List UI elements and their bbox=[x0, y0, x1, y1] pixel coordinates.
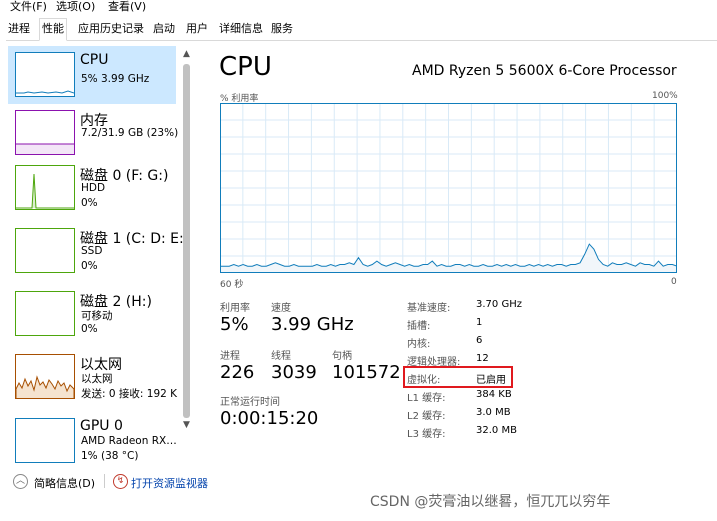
brief-info-link[interactable]: 简略信息(D) bbox=[34, 475, 95, 491]
l3-cache-label: L3 缓存: bbox=[407, 429, 446, 440]
scrollbar-thumb[interactable] bbox=[183, 64, 190, 418]
graph-ymax-label: 100% bbox=[652, 91, 678, 101]
menu-options[interactable]: 选项(O) bbox=[56, 0, 95, 14]
sidebar-sub2: 发送: 0 接收: 192 K bbox=[81, 388, 178, 400]
processes-value: 226 bbox=[220, 362, 255, 383]
sidebar-sub: 以太网 bbox=[81, 373, 113, 385]
footer-divider bbox=[104, 474, 105, 488]
disk0-thumbnail-graph bbox=[15, 165, 75, 210]
tab-details[interactable]: 详细信息 bbox=[217, 20, 265, 38]
sidebar-item-gpu0[interactable]: GPU 0 AMD Radeon RX… 1% (38 °C) bbox=[8, 412, 177, 470]
sidebar-title: GPU 0 bbox=[80, 418, 123, 434]
sockets-value: 1 bbox=[476, 317, 483, 328]
sidebar-sub: AMD Radeon RX… bbox=[81, 435, 177, 447]
open-resource-monitor-link[interactable]: 打开资源监视器 bbox=[131, 475, 208, 491]
cpu-utilization-graph bbox=[220, 103, 677, 273]
tab-performance[interactable]: 性能 bbox=[39, 18, 67, 41]
tab-processes[interactable]: 进程 bbox=[6, 20, 32, 38]
sidebar-sub2: 0% bbox=[81, 323, 98, 335]
virtualization-highlight-box bbox=[403, 366, 513, 388]
threads-label: 线程 bbox=[271, 351, 291, 362]
sidebar-sub2: 1% (38 °C) bbox=[81, 450, 139, 462]
footer-bar: ︿ 简略信息(D) ↯ 打开资源监视器 bbox=[0, 470, 717, 492]
sidebar-scrollbar[interactable]: ▲ ▼ bbox=[180, 48, 193, 432]
ethernet-thumbnail-graph bbox=[15, 354, 75, 399]
sidebar-item-disk0[interactable]: 磁盘 0 (F: G:) HDD 0% bbox=[8, 159, 176, 217]
tab-app-history[interactable]: 应用历史记录 bbox=[76, 20, 146, 38]
cores-label: 内核: bbox=[407, 339, 431, 350]
sidebar-item-memory[interactable]: 内存 7.2/31.9 GB (23%) bbox=[8, 104, 179, 162]
resource-monitor-icon[interactable]: ↯ bbox=[113, 474, 128, 489]
l2-cache-value: 3.0 MB bbox=[476, 407, 511, 418]
utilization-value: 5% bbox=[220, 314, 249, 335]
uptime-label: 正常运行时间 bbox=[220, 397, 280, 408]
base-speed-value: 3.70 GHz bbox=[476, 299, 522, 310]
scroll-down-arrow-icon[interactable]: ▼ bbox=[180, 419, 193, 432]
speed-value: 3.99 GHz bbox=[271, 314, 354, 335]
threads-value: 3039 bbox=[271, 362, 317, 383]
memory-thumbnail-graph bbox=[15, 110, 75, 155]
processes-label: 进程 bbox=[220, 351, 240, 362]
cpu-thumbnail-graph bbox=[15, 52, 75, 97]
sidebar-sub: HDD bbox=[81, 182, 106, 194]
graph-xlabel: 60 秒 bbox=[220, 280, 244, 290]
scroll-up-arrow-icon[interactable]: ▲ bbox=[180, 48, 193, 61]
tab-services[interactable]: 服务 bbox=[269, 20, 295, 38]
l3-cache-value: 32.0 MB bbox=[476, 425, 517, 436]
processor-name: AMD Ryzen 5 5600X 6-Core Processor bbox=[412, 63, 677, 79]
graph-xmin-label: 0 bbox=[671, 277, 677, 287]
sidebar-sub: 7.2/31.9 GB (23%) bbox=[81, 127, 179, 139]
speed-label: 速度 bbox=[271, 303, 291, 314]
watermark-text: CSDN @荧膏油以继晷，恒兀兀以穷年 bbox=[370, 494, 611, 510]
sidebar-sub: SSD bbox=[81, 245, 103, 257]
menu-file[interactable]: 文件(F) bbox=[10, 0, 47, 14]
tab-strip: 进程 性能 应用历史记录 启动 用户 详细信息 服务 bbox=[6, 18, 717, 41]
sidebar-sub: 5% 3.99 GHz bbox=[81, 73, 150, 85]
sidebar-item-ethernet[interactable]: 以太网 以太网 发送: 0 接收: 192 K bbox=[8, 348, 178, 406]
sidebar-item-disk2[interactable]: 磁盘 2 (H:) 可移动 0% bbox=[8, 285, 176, 343]
menu-bar: 文件(F) 选项(O) 查看(V) bbox=[0, 0, 717, 14]
handles-value: 101572 bbox=[332, 362, 401, 383]
menu-view[interactable]: 查看(V) bbox=[108, 0, 146, 14]
l1-cache-label: L1 缓存: bbox=[407, 393, 446, 404]
uptime-value: 0:00:15:20 bbox=[220, 408, 319, 429]
disk2-thumbnail-graph bbox=[15, 291, 75, 336]
sidebar-sub: 可移动 bbox=[81, 310, 113, 322]
sidebar-sub2: 0% bbox=[81, 197, 98, 209]
sidebar-sub2: 0% bbox=[81, 260, 98, 272]
l1-cache-value: 384 KB bbox=[476, 389, 512, 400]
sidebar-item-cpu[interactable]: CPU 5% 3.99 GHz bbox=[8, 46, 176, 104]
cores-value: 6 bbox=[476, 335, 483, 346]
gpu-thumbnail-graph bbox=[15, 418, 75, 463]
l2-cache-label: L2 缓存: bbox=[407, 411, 446, 422]
handles-label: 句柄 bbox=[332, 351, 352, 362]
utilization-label: 利用率 bbox=[220, 303, 250, 314]
sidebar-title: CPU bbox=[80, 52, 109, 68]
sidebar-item-disk1[interactable]: 磁盘 1 (C: D: E: SSD 0% bbox=[8, 222, 184, 280]
base-speed-label: 基准速度: bbox=[407, 303, 451, 314]
logical-processors-value: 12 bbox=[476, 353, 489, 364]
tab-users[interactable]: 用户 bbox=[184, 20, 210, 38]
tab-startup[interactable]: 启动 bbox=[151, 20, 177, 38]
chevron-up-icon[interactable]: ︿ bbox=[13, 474, 28, 489]
disk1-thumbnail-graph bbox=[15, 228, 75, 273]
sockets-label: 插槽: bbox=[407, 321, 431, 332]
page-title: CPU bbox=[219, 52, 272, 82]
